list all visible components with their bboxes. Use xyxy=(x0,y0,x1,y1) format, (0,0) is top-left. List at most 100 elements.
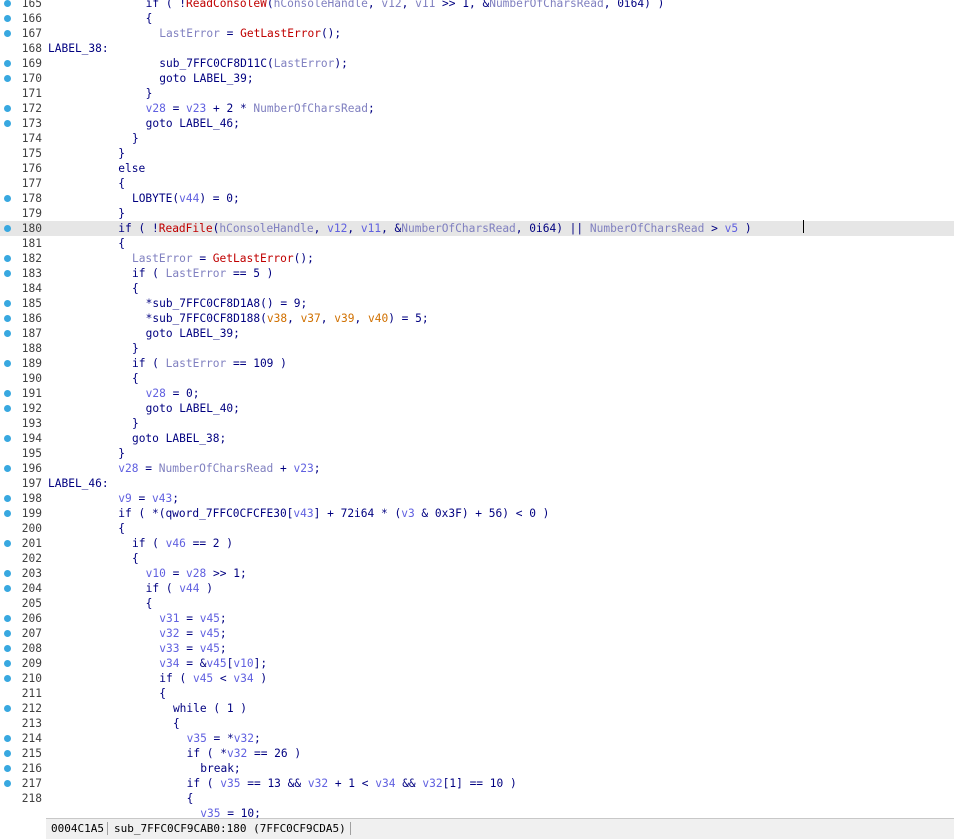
code-line[interactable]: 198 v9 = v43; xyxy=(0,491,954,506)
code-line[interactable]: 211 { xyxy=(0,686,954,701)
breakpoint-marker-icon[interactable] xyxy=(4,0,11,7)
code-text[interactable]: if ( v35 == 13 && v32 + 1 < v34 && v32[1… xyxy=(187,776,517,791)
code-line[interactable]: 171} xyxy=(0,86,954,101)
breakpoint-marker-icon[interactable] xyxy=(4,75,11,82)
breakpoint-marker-icon[interactable] xyxy=(4,60,11,67)
code-text[interactable]: LastError = GetLastError(); xyxy=(132,251,314,266)
code-line[interactable]: 186 *sub_7FFC0CF8D188(v38, v37, v39, v40)… xyxy=(0,311,954,326)
code-label[interactable]: LABEL_38: xyxy=(48,41,109,56)
code-text[interactable]: if ( v44 ) xyxy=(146,581,213,596)
breakpoint-marker-icon[interactable] xyxy=(4,660,11,667)
code-line[interactable]: 172 v28 = v23 + 2 * NumberOfCharsRead; xyxy=(0,101,954,116)
code-text[interactable]: } xyxy=(118,146,125,161)
code-line[interactable]: 206 v31 = v45; xyxy=(0,611,954,626)
breakpoint-marker-icon[interactable] xyxy=(4,255,11,262)
breakpoint-marker-icon[interactable] xyxy=(4,510,11,517)
code-text[interactable]: { xyxy=(118,176,125,191)
code-text[interactable]: if ( v46 == 2 ) xyxy=(132,536,233,551)
code-line[interactable]: 200 { xyxy=(0,521,954,536)
code-line[interactable]: 210 if ( v45 < v34 ) xyxy=(0,671,954,686)
code-text[interactable]: v28 = 0; xyxy=(146,386,200,401)
breakpoint-marker-icon[interactable] xyxy=(4,735,11,742)
code-text[interactable]: } xyxy=(132,416,139,431)
code-text[interactable]: goto LABEL_39; xyxy=(159,71,253,86)
breakpoint-marker-icon[interactable] xyxy=(4,30,11,37)
code-text[interactable]: goto LABEL_46; xyxy=(146,116,240,131)
code-text[interactable]: { xyxy=(173,716,180,731)
code-text[interactable]: while ( 1 ) xyxy=(173,701,247,716)
code-line[interactable]: 181 { xyxy=(0,236,954,251)
code-text[interactable]: v31 = v45; xyxy=(159,611,226,626)
code-line[interactable]: 217 if ( v35 == 13 && v32 + 1 < v34 && v3… xyxy=(0,776,954,791)
code-line[interactable]: 197 LABEL_46: xyxy=(0,476,954,491)
breakpoint-marker-icon[interactable] xyxy=(4,780,11,787)
breakpoint-marker-icon[interactable] xyxy=(4,465,11,472)
code-line[interactable]: 216 break; xyxy=(0,761,954,776)
code-line[interactable]: 212 while ( 1 ) xyxy=(0,701,954,716)
code-line[interactable]: 194 goto LABEL_38; xyxy=(0,431,954,446)
code-text[interactable]: LastError = GetLastError(); xyxy=(159,26,341,41)
breakpoint-marker-icon[interactable] xyxy=(4,315,11,322)
code-line[interactable]: 183 if ( LastError == 5 ) xyxy=(0,266,954,281)
breakpoint-marker-icon[interactable] xyxy=(4,270,11,277)
code-text[interactable]: { xyxy=(132,281,139,296)
code-text[interactable]: *sub_7FFC0CF8D1A8() = 9; xyxy=(146,296,308,311)
code-line[interactable]: 215 if ( *v32 == 26 ) xyxy=(0,746,954,761)
code-text[interactable]: if ( !ReadConsoleW(hConsoleHandle, v12, … xyxy=(146,0,665,11)
code-text[interactable]: goto LABEL_40; xyxy=(146,401,240,416)
code-line[interactable]: 177 { xyxy=(0,176,954,191)
code-text[interactable]: if ( !ReadFile(hConsoleHandle, v12, v11,… xyxy=(118,221,751,236)
code-line[interactable]: 173 goto LABEL_46; xyxy=(0,116,954,131)
breakpoint-marker-icon[interactable] xyxy=(4,195,11,202)
code-line[interactable]: 187 goto LABEL_39; xyxy=(0,326,954,341)
code-line[interactable]: 214 v35 = *v32; xyxy=(0,731,954,746)
code-line[interactable]: 167 LastError = GetLastError(); xyxy=(0,26,954,41)
code-line[interactable]: 203 v10 = v28 >> 1; xyxy=(0,566,954,581)
code-line[interactable]: 168 LABEL_38: xyxy=(0,41,954,56)
code-line[interactable]: 179} xyxy=(0,206,954,221)
code-line[interactable]: 166 { xyxy=(0,11,954,26)
code-text[interactable]: { xyxy=(118,236,125,251)
breakpoint-marker-icon[interactable] xyxy=(4,645,11,652)
code-text[interactable]: { xyxy=(187,791,194,806)
code-text[interactable]: v34 = &v45[v10]; xyxy=(159,656,267,671)
code-text[interactable]: { xyxy=(146,11,153,26)
code-line[interactable]: 185 *sub_7FFC0CF8D1A8() = 9; xyxy=(0,296,954,311)
code-line[interactable]: 218 { xyxy=(0,791,954,806)
code-line[interactable]: 184 { xyxy=(0,281,954,296)
code-line[interactable]: 180 if ( !ReadFile(hConsoleHandle, v12, v… xyxy=(0,221,954,236)
code-line[interactable]: 189 if ( LastError == 109 ) xyxy=(0,356,954,371)
code-line[interactable]: 209 v34 = &v45[v10]; xyxy=(0,656,954,671)
code-text[interactable]: break; xyxy=(200,761,240,776)
code-label[interactable]: LABEL_46: xyxy=(48,476,109,491)
code-text[interactable]: v33 = v45; xyxy=(159,641,226,656)
code-line[interactable]: 175} xyxy=(0,146,954,161)
code-line[interactable]: 201 if ( v46 == 2 ) xyxy=(0,536,954,551)
code-text[interactable]: v28 = v23 + 2 * NumberOfCharsRead; xyxy=(146,101,375,116)
code-text[interactable]: goto LABEL_38; xyxy=(132,431,226,446)
code-text[interactable]: *sub_7FFC0CF8D188(v38, v37, v39, v40) = … xyxy=(146,311,429,326)
code-text[interactable]: if ( *(qword_7FFC0CFCFE30[v43] + 72i64 *… xyxy=(118,506,549,521)
breakpoint-marker-icon[interactable] xyxy=(4,750,11,757)
breakpoint-marker-icon[interactable] xyxy=(4,615,11,622)
code-text[interactable]: else xyxy=(118,161,145,176)
code-line[interactable]: 174} xyxy=(0,131,954,146)
code-line[interactable]: 165 if ( !ReadConsoleW(hConsoleHandle, v1… xyxy=(0,0,954,11)
code-text[interactable]: v10 = v28 >> 1; xyxy=(146,566,247,581)
code-text[interactable]: if ( LastError == 5 ) xyxy=(132,266,273,281)
breakpoint-marker-icon[interactable] xyxy=(4,105,11,112)
breakpoint-marker-icon[interactable] xyxy=(4,330,11,337)
code-line[interactable]: 213 { xyxy=(0,716,954,731)
code-text[interactable]: } xyxy=(118,446,125,461)
code-line[interactable]: 195} xyxy=(0,446,954,461)
breakpoint-marker-icon[interactable] xyxy=(4,570,11,577)
breakpoint-marker-icon[interactable] xyxy=(4,360,11,367)
breakpoint-marker-icon[interactable] xyxy=(4,765,11,772)
code-line[interactable]: 199 if ( *(qword_7FFC0CFCFE30[v43] + 72i6… xyxy=(0,506,954,521)
breakpoint-marker-icon[interactable] xyxy=(4,585,11,592)
code-line[interactable]: 170 goto LABEL_39; xyxy=(0,71,954,86)
code-text[interactable]: } xyxy=(132,131,139,146)
code-line[interactable]: 188} xyxy=(0,341,954,356)
code-line[interactable]: 192 goto LABEL_40; xyxy=(0,401,954,416)
code-line[interactable]: 178 LOBYTE(v44) = 0; xyxy=(0,191,954,206)
